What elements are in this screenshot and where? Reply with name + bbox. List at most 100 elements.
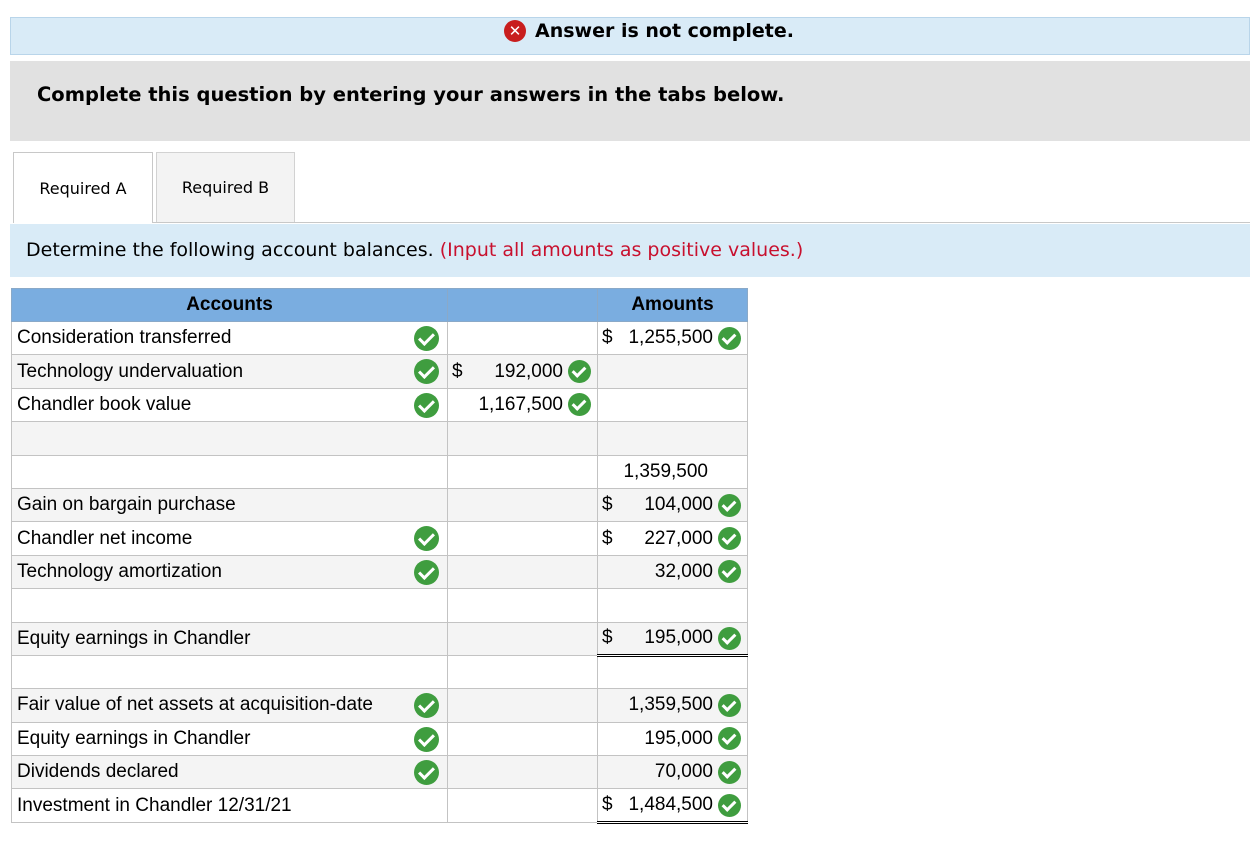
account-cell[interactable] xyxy=(11,654,448,690)
amount-value: 195,000 xyxy=(644,727,713,749)
account-text: Technology amortization xyxy=(17,560,222,582)
check-icon xyxy=(718,527,741,551)
amount-cell[interactable]: $1,255,500 xyxy=(597,320,748,356)
amount-value: 1,359,500 xyxy=(628,694,713,716)
account-cell[interactable]: Equity earnings in Chandler xyxy=(11,621,448,656)
direction-line: Determine the following account balances… xyxy=(26,239,803,261)
table-row: 1,359,500 xyxy=(11,454,748,489)
amount-cell[interactable]: 195,000 xyxy=(597,721,748,757)
header-accounts: Accounts xyxy=(11,288,448,322)
check-icon xyxy=(568,393,591,417)
table-row: Investment in Chandler 12/31/21 $1,484,5… xyxy=(11,788,748,824)
account-cell[interactable]: Chandler net income xyxy=(11,521,448,556)
account-cell[interactable]: Chandler book value xyxy=(11,387,448,423)
middle-value: 1,167,500 xyxy=(478,393,563,415)
check-icon xyxy=(718,326,741,350)
check-icon xyxy=(718,560,741,584)
middle-cell[interactable] xyxy=(447,320,598,356)
middle-value: 192,000 xyxy=(494,360,563,382)
middle-cell[interactable]: 1,167,500 xyxy=(447,387,598,423)
table-row: Equity earnings in Chandler 195,000 xyxy=(11,721,748,757)
account-text: Chandler net income xyxy=(17,527,193,549)
amount-value: 32,000 xyxy=(654,560,713,582)
dollar-sign: $ xyxy=(602,327,613,349)
middle-cell[interactable] xyxy=(447,721,598,757)
tab-divider xyxy=(153,222,1250,223)
check-icon xyxy=(414,392,439,418)
middle-cell[interactable]: $192,000 xyxy=(447,354,598,389)
table-row: Consideration transferred $1,255,500 xyxy=(11,320,748,356)
amount-cell[interactable] xyxy=(597,354,748,389)
middle-cell[interactable] xyxy=(447,755,598,790)
middle-cell[interactable] xyxy=(447,688,598,723)
table-row: Chandler net income $227,000 xyxy=(11,521,748,556)
check-icon xyxy=(718,693,741,717)
account-text: Dividends declared xyxy=(17,761,179,783)
account-cell[interactable]: Technology amortization xyxy=(11,554,448,590)
direction-panel: Determine the following account balances… xyxy=(10,224,1250,277)
account-cell[interactable]: Equity earnings in Chandler xyxy=(11,721,448,757)
middle-cell[interactable] xyxy=(447,554,598,590)
account-cell[interactable]: Technology undervaluation xyxy=(11,354,448,389)
check-icon xyxy=(414,526,439,552)
check-icon xyxy=(414,359,439,385)
account-text: Technology undervaluation xyxy=(17,360,244,382)
middle-cell[interactable] xyxy=(447,487,598,523)
amount-cell[interactable] xyxy=(597,588,748,623)
check-icon xyxy=(718,493,741,517)
middle-cell[interactable] xyxy=(447,521,598,556)
check-icon xyxy=(414,726,439,752)
instructions-panel: Complete this question by entering your … xyxy=(10,61,1250,141)
tab-required-a[interactable]: Required A xyxy=(13,152,153,223)
amount-cell[interactable] xyxy=(597,654,748,690)
amount-value: 1,359,500 xyxy=(623,460,708,482)
amount-value: 70,000 xyxy=(654,761,713,783)
amount-cell[interactable]: 1,359,500 xyxy=(597,688,748,723)
direction-text: Determine the following account balances… xyxy=(26,239,434,261)
account-text: Chandler book value xyxy=(17,393,192,415)
amount-cell[interactable]: $195,000 xyxy=(597,621,748,657)
account-balances-table: Accounts Amounts Consideration transferr… xyxy=(11,288,748,824)
header-amounts: Amounts xyxy=(597,288,748,322)
account-cell[interactable] xyxy=(11,421,448,456)
dollar-sign: $ xyxy=(602,627,613,649)
account-cell[interactable]: Gain on bargain purchase xyxy=(11,487,448,523)
middle-cell[interactable] xyxy=(447,654,598,690)
dollar-sign: $ xyxy=(602,527,613,549)
table-row xyxy=(11,421,748,456)
account-text: Equity earnings in Chandler xyxy=(17,727,251,749)
table-row: Gain on bargain purchase $104,000 xyxy=(11,487,748,523)
table-row: Technology undervaluation $192,000 xyxy=(11,354,748,389)
check-icon xyxy=(718,793,741,817)
account-cell[interactable] xyxy=(11,454,448,489)
table-row xyxy=(11,588,748,623)
table-row xyxy=(11,654,748,690)
account-cell[interactable]: Dividends declared xyxy=(11,755,448,790)
amount-cell[interactable]: 32,000 xyxy=(597,554,748,590)
direction-note: (Input all amounts as positive values.) xyxy=(439,239,804,261)
amount-cell[interactable] xyxy=(597,387,748,423)
amount-cell[interactable]: $227,000 xyxy=(597,521,748,556)
tab-required-b[interactable]: Required B xyxy=(156,152,295,223)
table-row: Chandler book value 1,167,500 xyxy=(11,387,748,423)
account-text: Investment in Chandler 12/31/21 xyxy=(17,794,292,816)
amount-cell[interactable]: 70,000 xyxy=(597,755,748,790)
amount-cell[interactable]: $104,000 xyxy=(597,487,748,523)
middle-cell[interactable] xyxy=(447,421,598,456)
account-cell[interactable]: Fair value of net assets at acquisition-… xyxy=(11,688,448,723)
middle-cell[interactable] xyxy=(447,621,598,656)
account-text: Equity earnings in Chandler xyxy=(17,627,251,649)
account-cell[interactable]: Consideration transferred xyxy=(11,320,448,356)
account-cell[interactable] xyxy=(11,588,448,623)
amount-value: 227,000 xyxy=(644,527,713,549)
account-text: Gain on bargain purchase xyxy=(17,494,236,516)
amount-cell[interactable] xyxy=(597,421,748,456)
middle-cell[interactable] xyxy=(447,588,598,623)
dollar-sign: $ xyxy=(602,494,613,516)
middle-cell[interactable] xyxy=(447,454,598,489)
table-row: Fair value of net assets at acquisition-… xyxy=(11,688,748,723)
table-row: Technology amortization 32,000 xyxy=(11,554,748,590)
amount-cell[interactable]: $1,484,500 xyxy=(597,788,748,824)
check-icon xyxy=(718,626,741,650)
middle-cell[interactable] xyxy=(447,788,598,823)
